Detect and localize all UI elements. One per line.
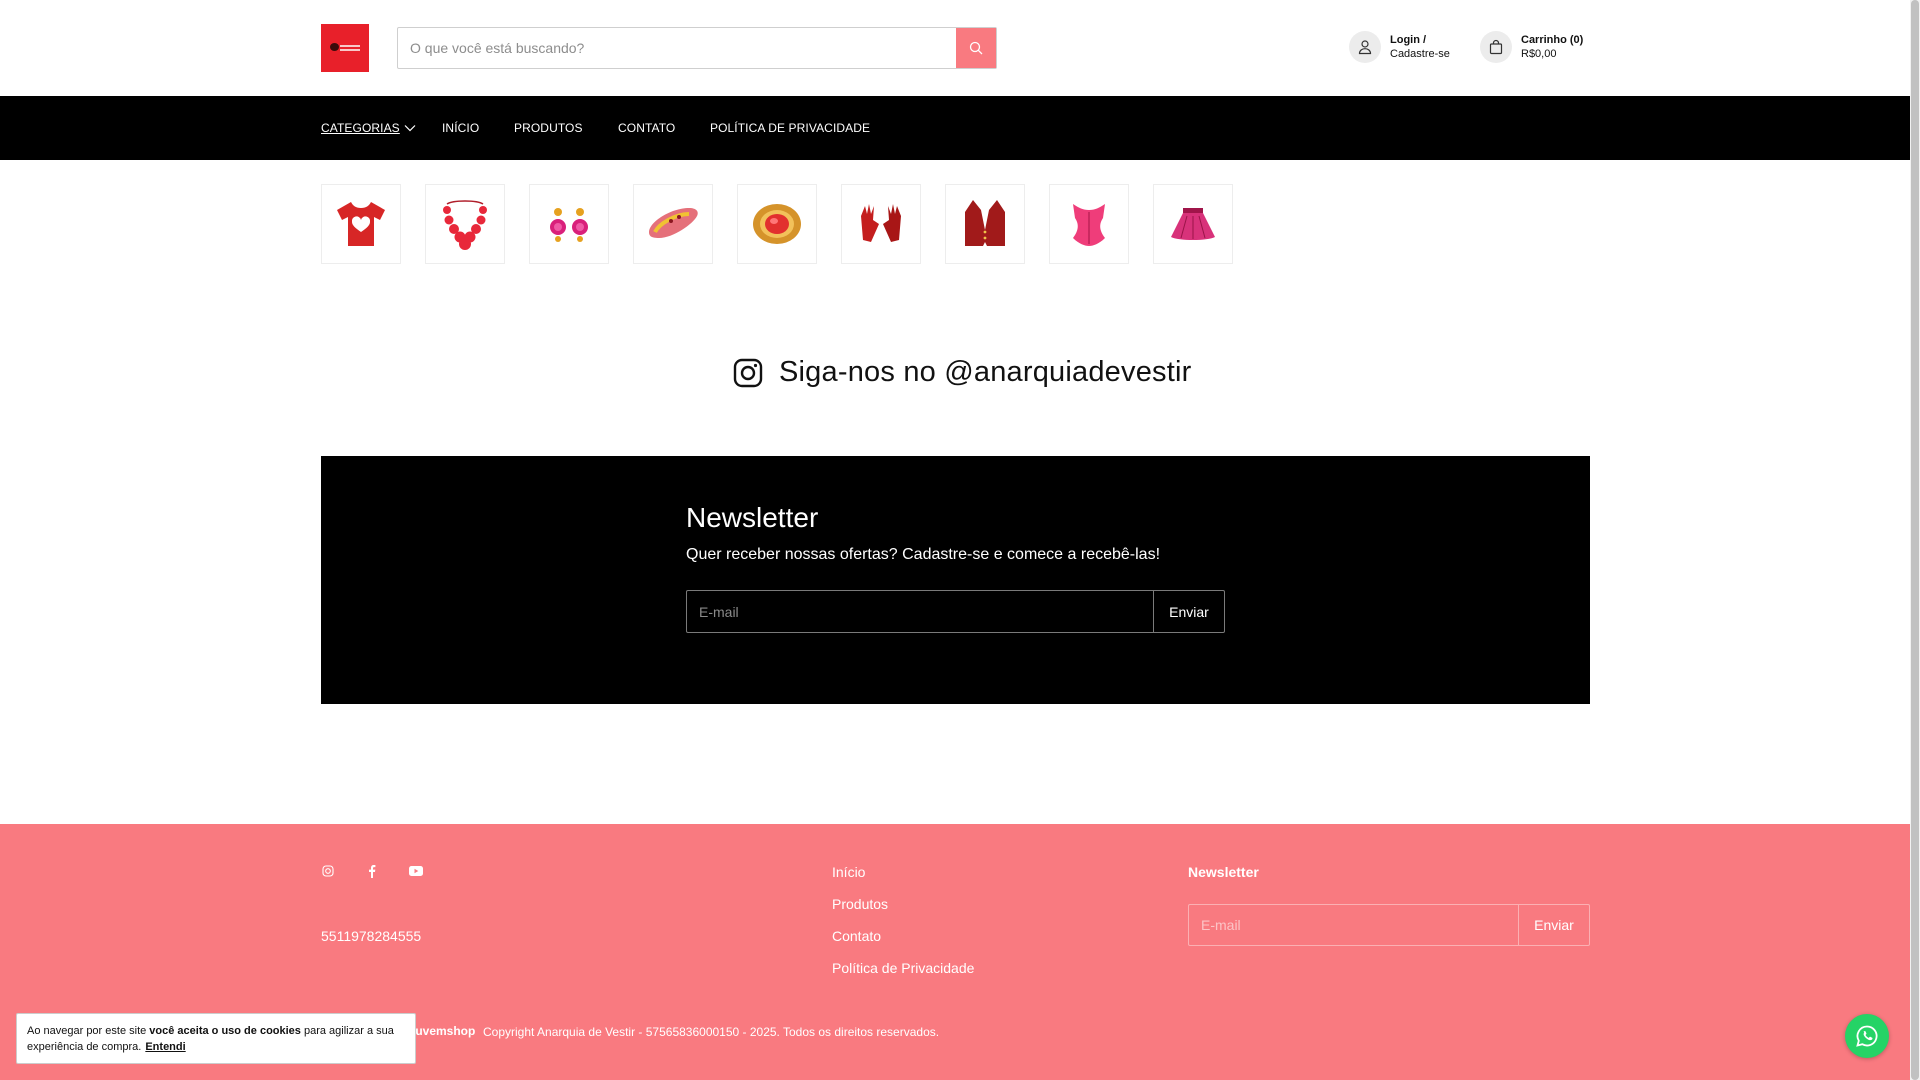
earrings-icon	[550, 208, 588, 242]
facebook-footer-link[interactable]	[365, 864, 379, 878]
nav-item-politica[interactable]: POLÍTICA DE PRIVACIDADE	[710, 96, 870, 160]
whatsapp-icon	[1856, 1025, 1878, 1047]
newsletter-title: Newsletter	[686, 502, 819, 533]
login-label[interactable]: Login /	[1390, 33, 1450, 47]
search-button[interactable]	[956, 28, 996, 68]
category-skirt[interactable]	[1153, 184, 1233, 264]
bracelet-icon	[649, 208, 698, 238]
chevron-down-icon	[404, 125, 416, 132]
footer-phone[interactable]: 5511978284555	[321, 928, 421, 944]
cart-total: R$0,00	[1521, 48, 1557, 60]
nav-item-produtos[interactable]: PRODUTOS	[514, 96, 583, 160]
tshirt-heart-icon	[337, 202, 385, 246]
newsletter-subtitle: Quer receber nossas ofertas? Cadastre-se…	[686, 546, 1161, 563]
instagram-footer-link[interactable]	[321, 864, 335, 878]
copyright-text: Copyright Anarquia de Vestir - 575658360…	[483, 1025, 940, 1039]
skirt-icon	[1171, 208, 1215, 240]
instagram-icon	[733, 358, 763, 387]
main-nav: CATEGORIAS INÍCIO PRODUTOS CONTATO POLÍT…	[0, 96, 1910, 160]
category-vest[interactable]	[945, 184, 1025, 264]
corset-icon	[1073, 204, 1105, 246]
register-label[interactable]: Cadastre-se	[1390, 47, 1450, 61]
scrollbar-thumb[interactable]	[1911, 0, 1919, 1080]
category-necklace[interactable]	[425, 184, 505, 264]
footer-newsletter-form: Enviar	[1188, 904, 1590, 946]
site-header: Login / Cadastre-se Carrinho (0) R$0,00	[0, 0, 1910, 96]
footer-link-politica[interactable]: Política de Privacidade	[832, 960, 974, 992]
instagram-text: Siga-nos no @anarquiadevestir	[779, 356, 1192, 388]
category-gloves[interactable]	[841, 184, 921, 264]
instagram-icon	[322, 865, 334, 877]
nav-item-contato[interactable]: CONTATO	[618, 96, 675, 160]
cookie-text-bold: você aceita o uso de cookies	[149, 1025, 301, 1037]
category-bracelet[interactable]	[633, 184, 713, 264]
footer-email-input[interactable]	[1189, 905, 1518, 945]
category-brooch[interactable]	[737, 184, 817, 264]
gloves-icon	[861, 204, 901, 242]
footer-newsletter-title: Newsletter	[1188, 864, 1259, 880]
logo-mark	[328, 41, 362, 55]
whatsapp-button[interactable]	[1845, 1014, 1889, 1058]
account-text: Login / Cadastre-se	[1390, 33, 1450, 61]
youtube-footer-link[interactable]	[409, 864, 423, 878]
newsletter-email-input[interactable]	[687, 591, 1153, 632]
youtube-icon	[409, 866, 423, 876]
page-scrollbar[interactable]	[1910, 0, 1920, 1080]
nav-item-categorias[interactable]: CATEGORIAS	[321, 96, 416, 160]
brooch-icon	[753, 204, 801, 244]
shopping-bag-icon	[1480, 31, 1512, 63]
platform-logo[interactable]: nuvemshop	[408, 1024, 475, 1038]
footer-submit-button[interactable]: Enviar	[1518, 905, 1589, 945]
account-link[interactable]: Login / Cadastre-se	[1349, 31, 1450, 63]
cookie-text-1: Ao navegar por este site	[27, 1025, 150, 1037]
social-links	[321, 864, 423, 878]
footer-link-produtos[interactable]: Produtos	[832, 896, 974, 928]
necklace-icon	[443, 200, 487, 250]
footer-link-inicio[interactable]: Início	[832, 864, 974, 896]
category-corset[interactable]	[1049, 184, 1129, 264]
cookie-accept-link[interactable]: Entendi	[145, 1041, 185, 1053]
newsletter-section: Newsletter Quer receber nossas ofertas? …	[321, 456, 1590, 704]
footer-links: Início Produtos Contato Política de Priv…	[832, 864, 974, 992]
cart-count: Carrinho (0)	[1521, 34, 1584, 46]
user-icon	[1349, 31, 1381, 63]
category-thumbnails	[321, 184, 1233, 264]
cart-text: Carrinho (0) R$0,00	[1521, 33, 1583, 61]
vest-icon	[965, 200, 1005, 246]
facebook-icon	[369, 864, 376, 878]
nav-item-inicio[interactable]: INÍCIO	[442, 96, 479, 160]
store-logo[interactable]	[321, 24, 369, 72]
cart-link[interactable]: Carrinho (0) R$0,00	[1480, 31, 1583, 63]
category-tshirt[interactable]	[321, 184, 401, 264]
search-input[interactable]	[398, 28, 956, 68]
nav-label: CATEGORIAS	[321, 121, 400, 135]
category-earrings[interactable]	[529, 184, 609, 264]
search-form	[397, 27, 997, 69]
search-icon	[969, 41, 983, 55]
cookie-banner: Ao navegar por este site você aceita o u…	[16, 1013, 416, 1064]
newsletter-form: Enviar	[686, 590, 1225, 633]
footer-link-contato[interactable]: Contato	[832, 928, 974, 960]
newsletter-submit-button[interactable]: Enviar	[1153, 591, 1224, 632]
instagram-follow[interactable]: Siga-nos no @anarquiadevestir	[733, 356, 1191, 389]
